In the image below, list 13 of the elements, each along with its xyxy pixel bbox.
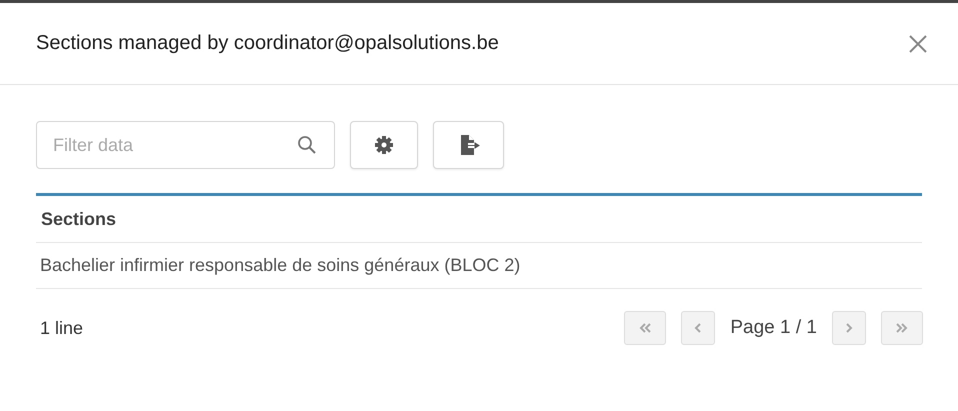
search-icon [297, 135, 317, 155]
filter-field[interactable]: Filter data [36, 121, 335, 169]
close-button[interactable] [908, 34, 928, 54]
column-header: Sections [36, 194, 922, 242]
table-cell: Bachelier infirmier responsable de soins généraux (BLOC 2) [36, 242, 922, 288]
gear-icon [374, 135, 394, 155]
double-chevron-icon [638, 321, 652, 335]
export-button[interactable] [433, 121, 504, 169]
double-chevron-icon [895, 321, 909, 335]
dialog-title: Sections managed by coordinator@opalsolutions.be [36, 32, 499, 55]
settings-button[interactable] [350, 121, 418, 169]
page-indicator: Page 1 / 1 [730, 317, 817, 339]
row-count: 1 line [40, 318, 84, 338]
